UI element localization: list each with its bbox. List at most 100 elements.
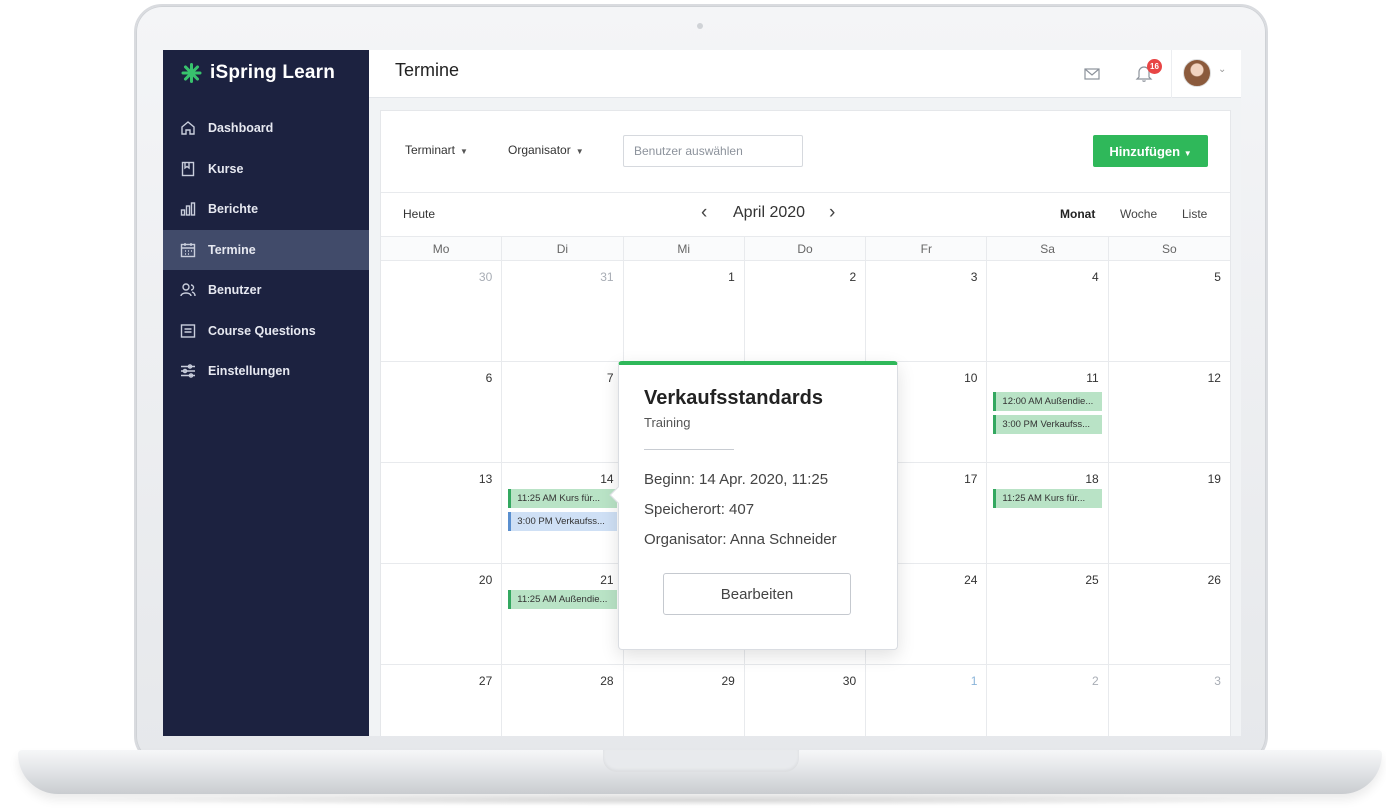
event-type-label: Terminart [405, 143, 456, 157]
day-number: 12 [1207, 371, 1221, 385]
day-number: 11 [1086, 371, 1099, 385]
mail-icon[interactable] [1083, 65, 1101, 83]
day-cell[interactable]: 11 12:00 AM Außendie... 3:00 PM Verkaufs… [987, 362, 1109, 463]
sidebar-item-course-questions[interactable]: Course Questions [163, 311, 369, 352]
sidebar-item-einstellungen[interactable]: Einstellungen [163, 351, 369, 392]
day-number: 25 [1085, 573, 1099, 587]
day-events: 11:25 AM Kurs für... [993, 489, 1102, 508]
sidebar-item-dashboard[interactable]: Dashboard [163, 108, 369, 149]
day-cell[interactable]: 2 [987, 665, 1109, 736]
organizer-label: Organisator [508, 143, 571, 157]
day-cell[interactable]: 19 [1108, 463, 1230, 564]
day-cell[interactable]: 30 [381, 261, 503, 362]
day-cell[interactable]: 30 [745, 665, 867, 736]
add-button-label: Hinzufügen [1109, 143, 1181, 159]
day-number: 29 [721, 674, 735, 688]
add-button[interactable]: Hinzufügen ▼ [1093, 135, 1208, 167]
day-number: 13 [478, 472, 493, 486]
day-number: 2 [1092, 674, 1099, 688]
event-popover: Verkaufsstandards Training Beginn: 14 Ap… [609, 361, 898, 650]
avatar[interactable] [1183, 59, 1211, 87]
caret-down-icon: ▼ [1183, 148, 1192, 158]
calendar-icon [179, 241, 197, 259]
event-chip[interactable]: 11:25 AM Kurs für... [993, 489, 1102, 508]
event-title: Verkaufsstandards [644, 387, 823, 409]
day-cell[interactable]: 1 [866, 665, 988, 736]
sliders-icon [179, 362, 197, 380]
popover-divider [644, 449, 734, 450]
users-icon [179, 281, 197, 299]
day-cell[interactable]: 5 [1108, 261, 1230, 362]
sidebar-item-berichte[interactable]: Berichte [163, 189, 369, 230]
day-cell[interactable]: 4 [987, 261, 1109, 362]
day-number: 31 [600, 270, 614, 284]
camera-dot [697, 23, 703, 29]
day-cell[interactable]: 18 11:25 AM Kurs für... [987, 463, 1109, 564]
view-month-button[interactable]: Monat [1060, 207, 1095, 221]
event-organizer: Organisator: Anna Schneider [644, 531, 837, 548]
page-title: Termine [395, 60, 460, 80]
day-cell[interactable]: 7 [502, 362, 624, 463]
weekday-label: So [1162, 242, 1177, 256]
day-cell[interactable]: 31 [502, 261, 624, 362]
ispring-logo-icon [181, 63, 202, 83]
app-screen: iSpring Learn Dashboard Kurse Berichte T… [163, 50, 1241, 736]
prev-month-button[interactable]: ‹ [701, 202, 707, 224]
day-cell[interactable]: 28 [502, 665, 624, 736]
sidebar-item-benutzer[interactable]: Benutzer [163, 270, 369, 311]
day-cell[interactable]: 2 [744, 261, 867, 362]
sidebar-item-termine[interactable]: Termine [163, 229, 369, 270]
event-chip[interactable]: 3:00 PM Verkaufss... [508, 512, 617, 531]
day-events: 11:25 AM Außendie... [508, 590, 617, 609]
edit-button[interactable]: Bearbeiten [663, 573, 851, 615]
day-number: 30 [478, 270, 493, 284]
event-chip[interactable]: 11:25 AM Kurs für... [508, 489, 617, 508]
weekday-label: Mi [624, 237, 745, 261]
sidebar: iSpring Learn Dashboard Kurse Berichte T… [163, 50, 369, 736]
laptop-shadow [60, 794, 1340, 806]
organizer-dropdown[interactable]: Organisator ▼ [508, 143, 584, 157]
sidebar-item-label: Berichte [208, 202, 259, 217]
sidebar-item-label: Course Questions [208, 323, 316, 338]
notification-badge: 16 [1147, 59, 1162, 74]
day-cell[interactable]: 3 [866, 261, 988, 362]
view-list-button[interactable]: Liste [1182, 207, 1207, 221]
event-chip[interactable]: 12:00 AM Außendie... [993, 392, 1102, 411]
event-chip[interactable]: 11:25 AM Außendie... [508, 590, 617, 609]
day-cell[interactable]: 3 [1109, 665, 1230, 736]
bar-chart-icon [179, 200, 197, 218]
day-cell[interactable]: 27 [381, 665, 503, 736]
event-chip[interactable]: 3:00 PM Verkaufss... [993, 415, 1102, 434]
day-cell[interactable]: 12 [1108, 362, 1230, 463]
caret-down-icon: ▼ [460, 147, 468, 156]
today-button[interactable]: Heute [403, 207, 435, 221]
sidebar-nav: Dashboard Kurse Berichte Termine Benutze… [163, 108, 369, 392]
view-week-button[interactable]: Woche [1120, 207, 1157, 221]
day-number: 19 [1207, 472, 1221, 486]
day-cell[interactable]: 29 [624, 665, 745, 736]
event-type-dropdown[interactable]: Terminart ▼ [405, 143, 468, 157]
day-cell[interactable]: 14 11:25 AM Kurs für... 3:00 PM Verkaufs… [502, 463, 624, 564]
event-type: Training [644, 415, 691, 430]
day-number: 3 [1214, 674, 1221, 688]
sidebar-item-kurse[interactable]: Kurse [163, 149, 369, 190]
day-cell[interactable]: 25 [987, 564, 1109, 665]
weekday-label: Do [745, 237, 867, 261]
day-cell[interactable]: 20 [381, 564, 503, 665]
day-cell[interactable]: 1 [623, 261, 745, 362]
logo[interactable]: iSpring Learn [163, 50, 369, 96]
next-month-button[interactable]: › [829, 202, 835, 224]
day-number: 14 [600, 472, 614, 486]
chevron-down-icon[interactable]: ⌄ [1218, 64, 1226, 75]
user-select-input[interactable] [623, 135, 803, 167]
day-number: 7 [606, 371, 614, 385]
day-cell[interactable]: 6 [381, 362, 503, 463]
day-cell[interactable]: 21 11:25 AM Außendie... [502, 564, 624, 665]
day-cell[interactable]: 13 [381, 463, 503, 564]
weekday-label: Mo [381, 237, 503, 261]
weekday-header: Mo Di Mi Do Fr Sa So [381, 237, 1230, 261]
day-number: 5 [1214, 270, 1221, 284]
day-number: 26 [1207, 573, 1221, 587]
book-icon [179, 160, 197, 178]
day-cell[interactable]: 26 [1108, 564, 1230, 665]
